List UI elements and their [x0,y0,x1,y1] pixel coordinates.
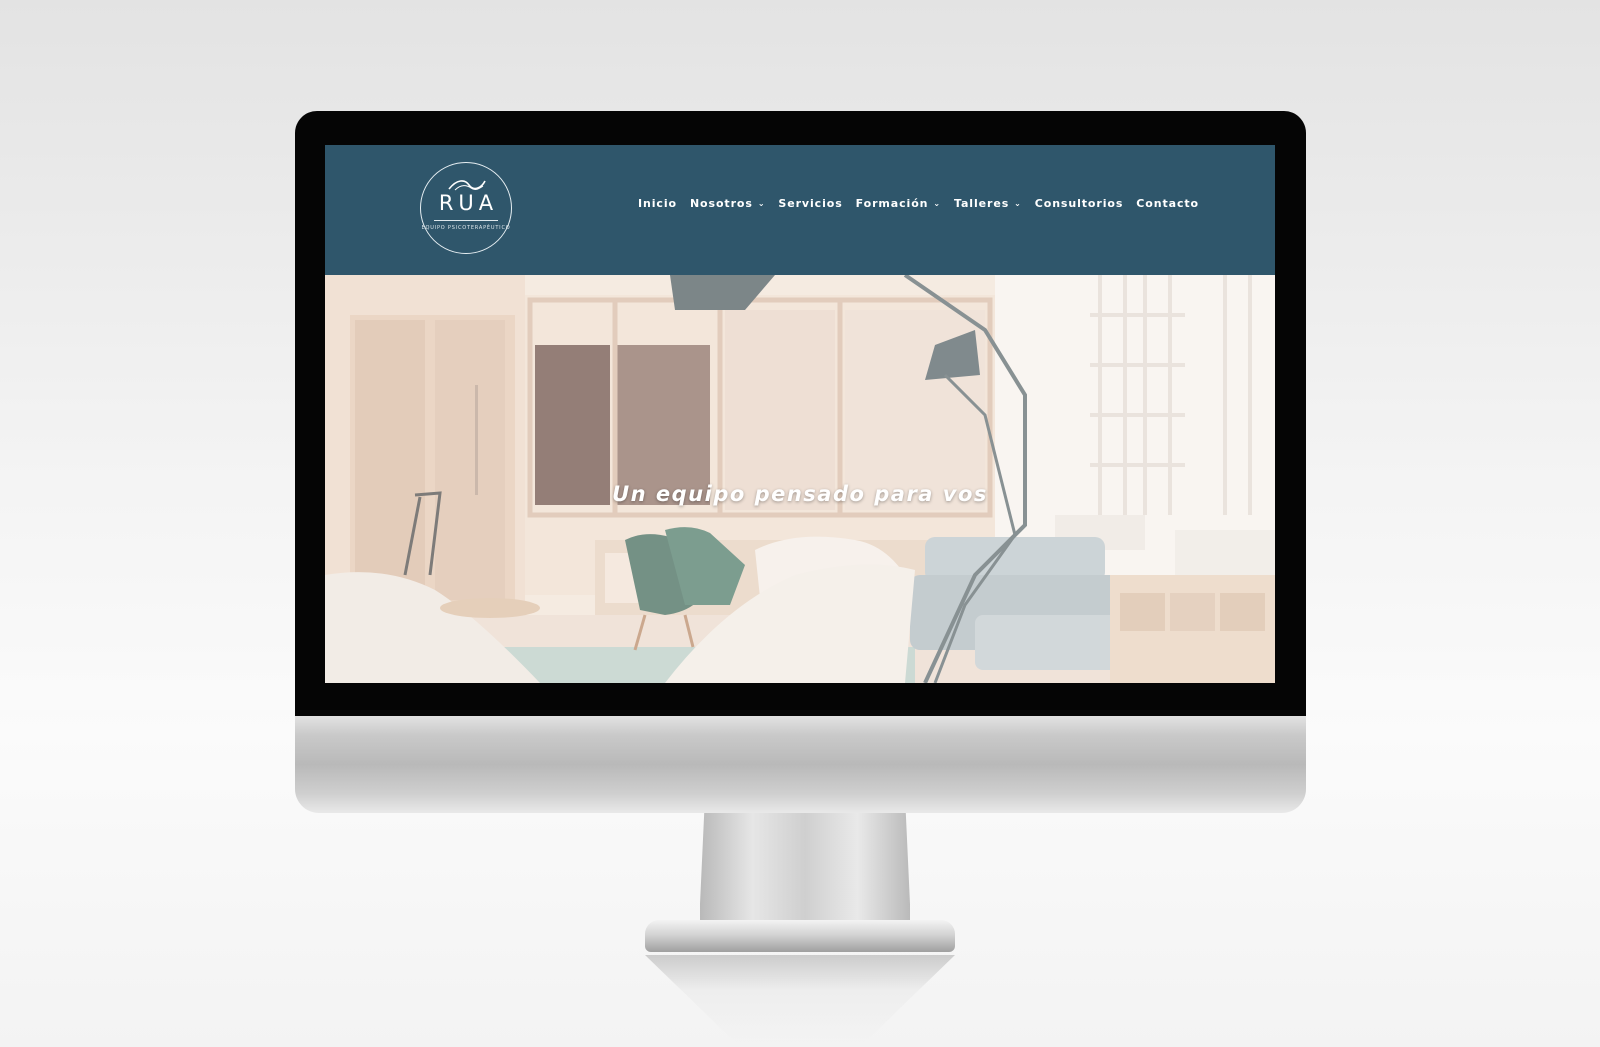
hero-section: Un equipo pensado para vos [325,275,1275,683]
nav-item-formacion[interactable]: Formación ⌄ [856,197,941,210]
nav-item-consultorios[interactable]: Consultorios [1035,197,1124,210]
logo-divider [434,220,498,221]
nav-label: Inicio [638,197,677,210]
nav-item-contacto[interactable]: Contacto [1136,197,1199,210]
nav-item-inicio[interactable]: Inicio [638,197,677,210]
nav-item-servicios[interactable]: Servicios [778,197,842,210]
nav-item-nosotros[interactable]: Nosotros ⌄ [690,197,765,210]
chevron-down-icon: ⌄ [757,199,766,208]
monitor-chin [295,716,1306,813]
nav-label: Nosotros [689,197,753,210]
nav-label: Talleres [954,197,1010,210]
site-header: RUA EQUIPO PSICOTERAPÉUTICO Inicio Nosot… [325,145,1275,275]
main-nav: Inicio Nosotros ⌄ Servicios Formación ⌄ … [638,197,1212,210]
nav-label: Formación [855,197,929,210]
chevron-down-icon: ⌄ [933,199,941,208]
chevron-down-icon: ⌄ [1014,199,1022,208]
nav-label: Contacto [1136,197,1199,210]
logo-subtitle: EQUIPO PSICOTERAPÉUTICO [421,225,511,231]
nav-label: Consultorios [1034,197,1124,210]
nav-item-talleres[interactable]: Talleres ⌄ [954,197,1022,210]
hero-overlay [325,275,1275,683]
nav-label: Servicios [778,197,843,210]
rua-logo[interactable]: RUA EQUIPO PSICOTERAPÉUTICO [420,162,512,254]
monitor-screen: RUA EQUIPO PSICOTERAPÉUTICO Inicio Nosot… [325,145,1275,683]
logo-wordmark: RUA [438,191,499,215]
monitor-stand-foot [645,920,955,952]
hero-title: Un equipo pensado para vos [612,482,988,507]
stand-reflection [645,955,955,1045]
